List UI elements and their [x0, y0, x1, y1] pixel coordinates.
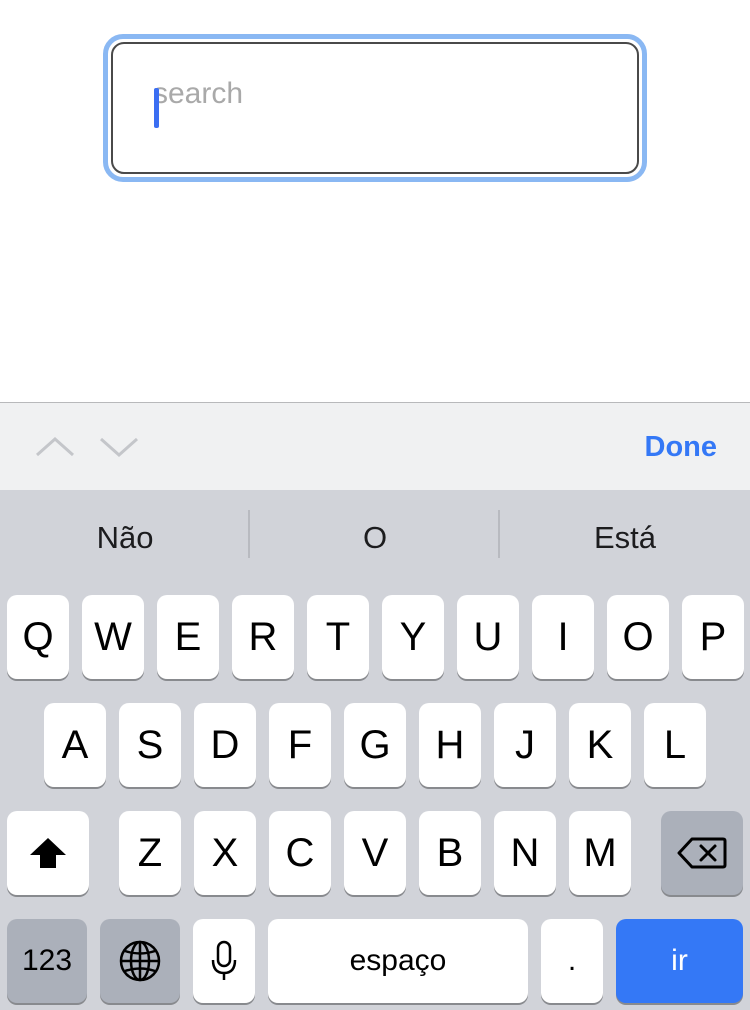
key-i[interactable]: I [532, 595, 594, 679]
key-t[interactable]: T [307, 595, 369, 679]
keyboard-accessory-toolbar: Done [0, 402, 750, 490]
text-caret [154, 88, 159, 128]
key-m[interactable]: M [569, 811, 631, 895]
space-key[interactable]: espaço [268, 919, 528, 1003]
key-z[interactable]: Z [119, 811, 181, 895]
shift-key[interactable] [7, 811, 89, 895]
go-key[interactable]: ir [616, 919, 743, 1003]
backspace-key[interactable] [661, 811, 743, 895]
key-n[interactable]: N [494, 811, 556, 895]
search-field[interactable] [111, 42, 639, 174]
key-o[interactable]: O [607, 595, 669, 679]
backspace-icon [677, 837, 727, 869]
key-h[interactable]: H [419, 703, 481, 787]
key-c[interactable]: C [269, 811, 331, 895]
search-focus-ring [103, 34, 647, 182]
prediction-item[interactable]: Não [0, 520, 250, 556]
prediction-bar: Não O Está [0, 490, 750, 590]
key-q[interactable]: Q [7, 595, 69, 679]
prediction-item[interactable]: O [250, 520, 500, 556]
microphone-key[interactable] [193, 919, 255, 1003]
search-input[interactable] [153, 64, 593, 124]
key-d[interactable]: D [194, 703, 256, 787]
globe-icon [119, 940, 161, 982]
period-key[interactable]: . [541, 919, 603, 1003]
chevron-down-icon[interactable] [98, 429, 140, 465]
key-y[interactable]: Y [382, 595, 444, 679]
key-u[interactable]: U [457, 595, 519, 679]
chevron-up-icon[interactable] [34, 429, 76, 465]
key-v[interactable]: V [344, 811, 406, 895]
microphone-icon [211, 940, 237, 980]
globe-key[interactable] [100, 919, 180, 1003]
key-x[interactable]: X [194, 811, 256, 895]
key-f[interactable]: F [269, 703, 331, 787]
key-r[interactable]: R [232, 595, 294, 679]
shift-icon [30, 838, 66, 868]
key-b[interactable]: B [419, 811, 481, 895]
key-a[interactable]: A [44, 703, 106, 787]
key-p[interactable]: P [682, 595, 744, 679]
numbers-key[interactable]: 123 [7, 919, 87, 1003]
key-j[interactable]: J [494, 703, 556, 787]
key-l[interactable]: L [644, 703, 706, 787]
done-button[interactable]: Done [645, 431, 718, 464]
key-w[interactable]: W [82, 595, 144, 679]
key-e[interactable]: E [157, 595, 219, 679]
key-s[interactable]: S [119, 703, 181, 787]
key-g[interactable]: G [344, 703, 406, 787]
keyboard: Não O Está Q W E R T Y U I O P A S D F G… [0, 490, 750, 1010]
prediction-item[interactable]: Está [500, 520, 750, 556]
key-k[interactable]: K [569, 703, 631, 787]
